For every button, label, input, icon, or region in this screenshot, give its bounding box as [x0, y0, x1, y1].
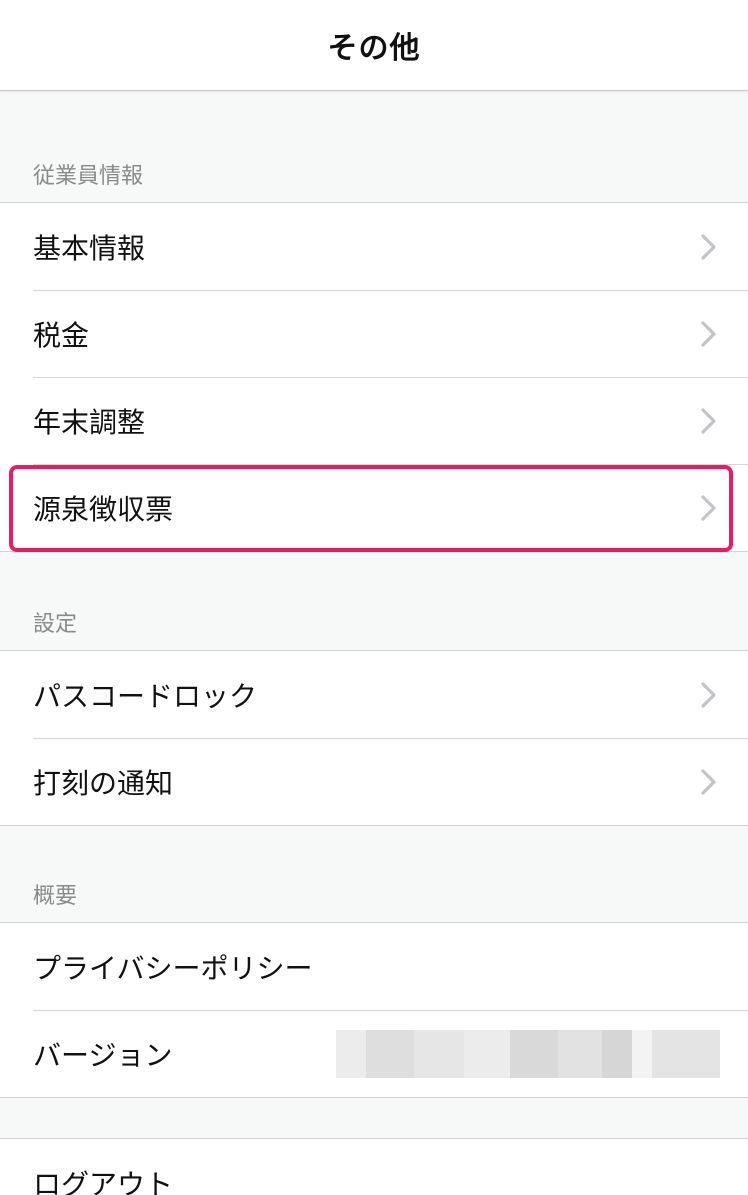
chevron-right-icon — [698, 407, 720, 435]
menu-item-label: 税金 — [33, 318, 90, 352]
menu-item-label: 打刻の通知 — [33, 766, 174, 800]
menu-item-label: 源泉徴収票 — [33, 492, 174, 526]
menu-item-label: 基本情報 — [33, 231, 146, 265]
chevron-right-icon — [698, 768, 720, 796]
about-group: プライバシーポリシー バージョン — [0, 922, 748, 1098]
menu-item-privacy-policy[interactable]: プライバシーポリシー — [0, 923, 748, 1010]
screen: その他 従業員情報 基本情報 税金 年末調整 源泉徴収票 設定 パスコードロック… — [0, 0, 748, 1195]
chevron-right-icon — [698, 233, 720, 261]
logout-label: ログアウト — [33, 1167, 174, 1195]
menu-item-label: 年末調整 — [33, 405, 146, 439]
menu-item-withholding-slip[interactable]: 源泉徴収票 — [0, 464, 748, 551]
menu-item-basic-info[interactable]: 基本情報 — [0, 203, 748, 290]
employee-info-group: 基本情報 税金 年末調整 源泉徴収票 — [0, 202, 748, 552]
menu-item-tax[interactable]: 税金 — [0, 290, 748, 377]
chevron-right-icon — [698, 494, 720, 522]
menu-item-label: プライバシーポリシー — [33, 951, 313, 985]
settings-group: パスコードロック 打刻の通知 — [0, 650, 748, 826]
page-title: その他 — [327, 31, 421, 66]
menu-item-clock-in-notification[interactable]: 打刻の通知 — [0, 738, 748, 825]
menu-item-version: バージョン — [0, 1010, 748, 1097]
navigation-bar: その他 — [0, 0, 748, 91]
section-header-settings: 設定 — [33, 612, 78, 637]
logout-group: ログアウト — [0, 1138, 748, 1195]
chevron-right-icon — [698, 320, 720, 348]
version-value-redacted — [336, 1029, 720, 1078]
menu-item-year-end-adjustment[interactable]: 年末調整 — [0, 377, 748, 464]
menu-item-label: バージョン — [33, 1038, 173, 1072]
menu-item-passcode-lock[interactable]: パスコードロック — [0, 651, 748, 738]
section-header-employee-info: 従業員情報 — [33, 164, 144, 189]
chevron-right-icon — [698, 681, 720, 709]
menu-item-label: パスコードロック — [33, 679, 258, 713]
logout-button[interactable]: ログアウト — [0, 1139, 748, 1195]
section-header-about: 概要 — [33, 884, 78, 909]
